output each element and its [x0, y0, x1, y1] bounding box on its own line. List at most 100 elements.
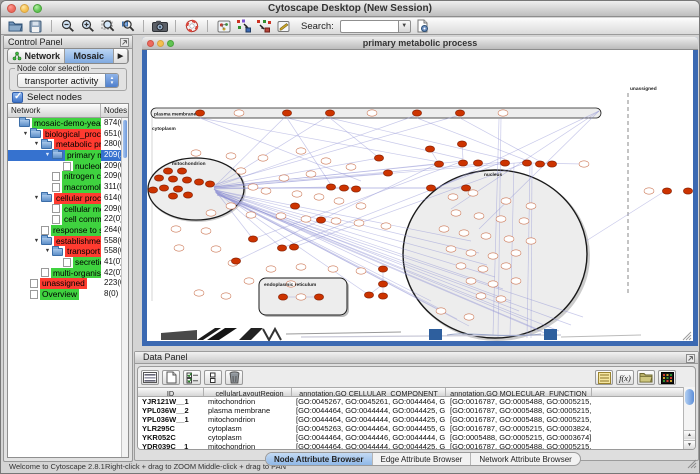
graph-node-outlined[interactable] — [174, 245, 184, 251]
graph-node-outlined[interactable] — [474, 213, 484, 219]
graph-node[interactable] — [500, 160, 509, 166]
graph-node[interactable] — [148, 187, 157, 193]
graph-node-outlined[interactable] — [464, 314, 474, 320]
graph-node-outlined[interactable] — [448, 194, 458, 200]
graph-node[interactable] — [535, 161, 544, 167]
graph-node-outlined[interactable] — [439, 226, 449, 232]
tab-mosaic[interactable]: Mosaic — [65, 49, 114, 63]
graph-node-outlined[interactable] — [456, 263, 466, 269]
graph-node-outlined[interactable] — [354, 220, 364, 226]
graph-node[interactable] — [547, 161, 556, 167]
graph-node[interactable] — [248, 236, 257, 242]
search-dropdown-icon[interactable]: ▼ — [398, 20, 411, 33]
table-row-ykr052c[interactable]: YKR052Ccytoplasm[GO:0044464, GO:0044446,… — [138, 433, 683, 442]
graph-node-outlined[interactable] — [367, 110, 377, 116]
graph-node[interactable] — [378, 293, 387, 299]
graph-node[interactable] — [461, 185, 470, 191]
graph-node-outlined[interactable] — [246, 212, 256, 218]
graph-node[interactable] — [351, 186, 360, 192]
select-attributes-icon[interactable] — [183, 370, 201, 385]
graph-node[interactable] — [168, 193, 177, 199]
graph-node-outlined[interactable] — [191, 150, 201, 156]
tree-item-overview[interactable]: Overview8(0) — [8, 289, 121, 300]
advanced-search-icon[interactable] — [275, 19, 292, 34]
graph-node-outlined[interactable] — [504, 236, 514, 242]
network-canvas-svg[interactable]: plasma membrane cytoplasm mitochondrion … — [147, 50, 693, 341]
graph-node-outlined[interactable] — [276, 213, 286, 219]
graph-node-outlined[interactable] — [244, 278, 254, 284]
graph-node[interactable] — [231, 258, 240, 264]
float-panel-icon[interactable] — [120, 38, 129, 47]
zoom-selected-icon[interactable] — [119, 19, 136, 34]
tree-item-response-to-stimulu[interactable]: response to stimulu264(0) — [8, 225, 121, 236]
graph-node-outlined[interactable] — [346, 164, 356, 170]
graph-node[interactable] — [458, 160, 467, 166]
graph-node[interactable] — [277, 245, 286, 251]
graph-node-outlined[interactable] — [381, 223, 391, 229]
graph-node[interactable] — [278, 294, 287, 300]
graph-node[interactable] — [426, 185, 435, 191]
table-row-ypl036w-2[interactable]: YPL036W__2plasma membrane[GO:0044464, GO… — [138, 406, 683, 415]
disclosure-triangle-icon[interactable]: ▼ — [43, 150, 52, 161]
help-icon[interactable] — [183, 19, 200, 34]
disclosure-triangle-icon[interactable]: ▼ — [32, 193, 41, 204]
zoom-fit-icon[interactable] — [99, 19, 116, 34]
tree-item-metabolic-process[interactable]: ▼metabolic process280(0) — [8, 139, 121, 150]
import-attributes-icon[interactable] — [637, 370, 655, 385]
table-scrollbar-thumb[interactable] — [685, 389, 694, 405]
graph-node-outlined[interactable] — [201, 228, 211, 234]
zoom-out-icon[interactable] — [59, 19, 76, 34]
graph-node[interactable] — [683, 188, 692, 194]
graph-node[interactable] — [177, 168, 186, 174]
graph-node[interactable] — [290, 203, 299, 209]
graph-node-outlined[interactable] — [296, 264, 306, 270]
graph-node-outlined[interactable] — [334, 198, 344, 204]
scroll-up-icon[interactable]: ▲ — [684, 430, 695, 439]
graph-node[interactable] — [205, 181, 214, 187]
float-panel-icon[interactable] — [686, 354, 695, 363]
graph-node[interactable] — [173, 186, 182, 192]
node-color-select[interactable]: transporter activity ▲▼ — [17, 73, 119, 88]
graph-node-outlined[interactable] — [498, 110, 508, 116]
graph-node[interactable] — [289, 244, 298, 250]
graph-node-outlined[interactable] — [171, 226, 181, 232]
graph-node-outlined[interactable] — [644, 188, 654, 194]
graph-node-outlined[interactable] — [468, 190, 478, 196]
graph-node-outlined[interactable] — [226, 203, 236, 209]
attribute-grid-icon[interactable] — [141, 370, 159, 385]
graph-node-outlined[interactable] — [248, 184, 258, 190]
graph-node-outlined[interactable] — [226, 153, 236, 159]
attribute-list-icon[interactable] — [595, 370, 613, 385]
column-header[interactable] — [592, 388, 687, 396]
graph-node-outlined[interactable] — [511, 250, 521, 256]
tree-item-transport[interactable]: ▼transport558(0) — [8, 246, 121, 257]
matrix-icon[interactable] — [204, 370, 222, 385]
graph-node-outlined[interactable] — [236, 168, 246, 174]
tree-item-mosaic-demo-yeast[interactable]: mosaic-demo-yeast874(0) — [8, 118, 121, 129]
graph-node[interactable] — [195, 110, 204, 116]
tree-item-nucleobase[interactable]: nucleobase-209(0) — [8, 161, 121, 172]
disclosure-triangle-icon[interactable]: ▼ — [32, 236, 41, 247]
graph-node-outlined[interactable] — [331, 218, 341, 224]
graph-node-outlined[interactable] — [451, 210, 461, 216]
graph-node[interactable] — [154, 175, 163, 181]
tab-edge-attribute-browser[interactable]: Edge Attribute Browser — [373, 453, 472, 465]
heatmap-icon[interactable] — [658, 370, 676, 385]
tree-item-multi-organism-pro[interactable]: multi-organism pro42(0) — [8, 268, 121, 279]
graph-node[interactable] — [457, 141, 466, 147]
graph-node-outlined[interactable] — [279, 175, 289, 181]
graph-node[interactable] — [425, 146, 434, 152]
graph-node[interactable] — [168, 176, 177, 182]
column-header-cellularlayoutregion[interactable]: _cellularLayoutRegion — [204, 388, 292, 396]
graph-node-outlined[interactable] — [481, 233, 491, 239]
network-view-titlebar[interactable]: primary metabolic process — [142, 37, 698, 50]
graph-node-outlined[interactable] — [194, 290, 204, 296]
graph-node[interactable] — [455, 110, 464, 116]
table-row-ypl036w-1[interactable]: YPL036W__1mitochondrion[GO:0044464, GO:0… — [138, 415, 683, 424]
graph-node-outlined[interactable] — [526, 238, 536, 244]
graph-node-outlined[interactable] — [459, 230, 469, 236]
column-header-id[interactable]: ID — [138, 388, 204, 396]
graph-node[interactable] — [326, 184, 335, 190]
tree-scrollbar[interactable] — [121, 118, 128, 457]
graph-node[interactable] — [194, 179, 203, 185]
